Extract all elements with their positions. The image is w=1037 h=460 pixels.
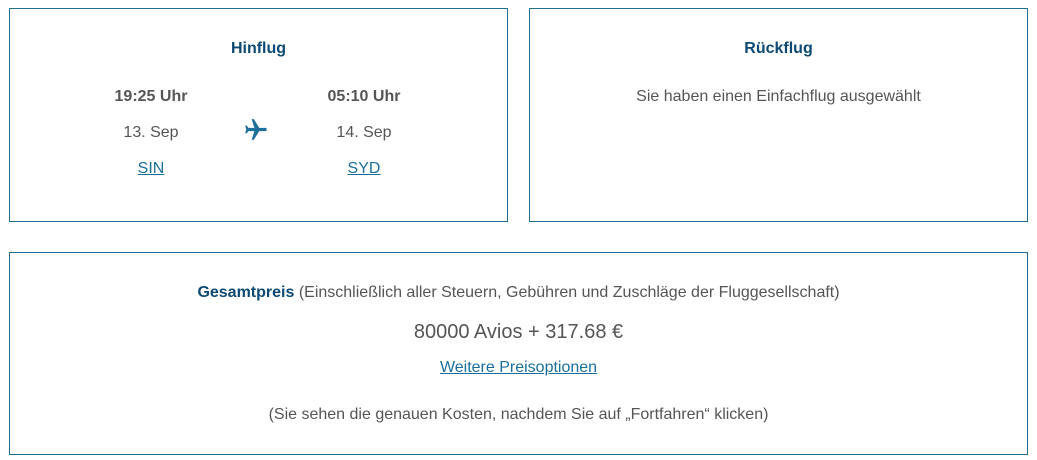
outbound-title: Hinflug <box>230 40 287 57</box>
one-way-message: Sie haben einen Einfachflug ausgewählt <box>636 88 921 105</box>
outbound-flight-card: Hinflug 19:25 Uhr 13. Sep SIN 05:10 Uhr … <box>9 8 508 222</box>
total-price-amount: 80000 Avios + 317.68 € <box>413 321 624 343</box>
more-price-options-link[interactable]: Weitere Preisoptionen <box>440 359 597 376</box>
total-price-label: Gesamtpreis <box>197 284 295 301</box>
return-title: Rückflug <box>744 40 813 57</box>
arrival-time: 05:10 Uhr <box>327 88 401 105</box>
return-flight-card: Rückflug Sie haben einen Einfachflug aus… <box>529 8 1028 222</box>
exact-cost-note: (Sie sehen die genauen Kosten, nachdem S… <box>268 406 769 423</box>
departure-airport-link[interactable]: SIN <box>71 160 231 178</box>
arrival-airport-link[interactable]: SYD <box>284 160 444 178</box>
departure-time: 19:25 Uhr <box>114 88 188 105</box>
total-price-heading: Gesamtpreis (Einschließlich aller Steuer… <box>10 284 1027 302</box>
total-price-card: Gesamtpreis (Einschließlich aller Steuer… <box>9 252 1028 455</box>
departure-date: 13. Sep <box>123 124 179 141</box>
total-price-label-note: (Einschließlich aller Steuern, Gebühren … <box>298 284 840 301</box>
arrival-date: 14. Sep <box>336 124 392 141</box>
more-price-options: Weitere Preisoptionen <box>10 359 1027 377</box>
airplane-icon <box>245 119 267 140</box>
